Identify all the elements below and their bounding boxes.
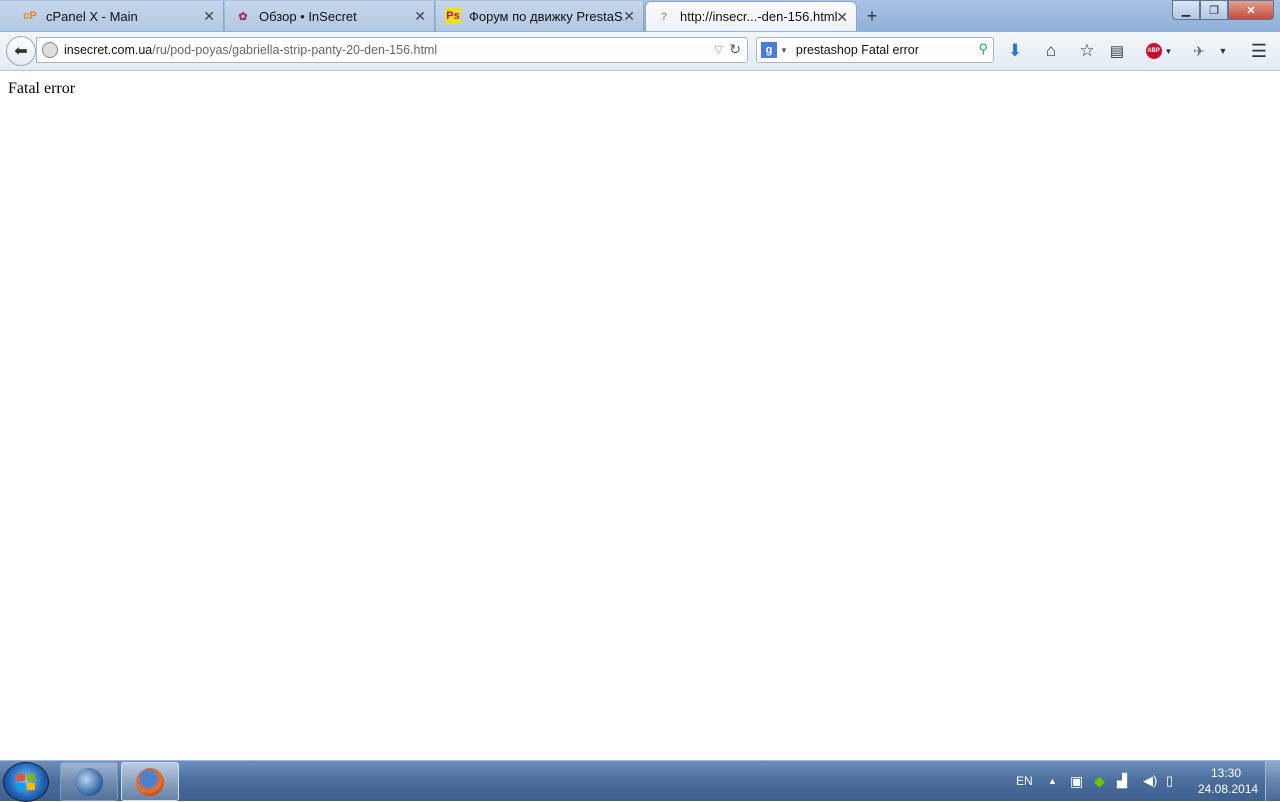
new-tab-button[interactable]: + [862, 6, 882, 26]
window-controls: ▁ ❐ ✕ [1172, 0, 1274, 20]
page-content: Fatal error [0, 71, 1280, 760]
close-window-button[interactable]: ✕ [1228, 0, 1274, 20]
tab-prestashop-forum[interactable]: Ps Форум по движку PrestaS... ✕ [436, 1, 644, 31]
tab-cpanel[interactable]: cP cPanel X - Main ✕ [0, 1, 224, 31]
signal-strength-icon[interactable]: ▟ [1117, 761, 1127, 801]
show-hidden-icons-icon[interactable]: ▲ [1048, 761, 1057, 801]
tab-insecret[interactable]: ✿ Обзор • InSecret ✕ [225, 1, 435, 31]
minimize-button[interactable]: ▁ [1172, 0, 1200, 20]
taskbar-app-firefox[interactable] [121, 762, 179, 801]
site-identity-icon[interactable] [42, 42, 58, 58]
navigation-toolbar: ⬅ insecret.com.ua/ru/pod-poyas/gabriella… [0, 32, 1280, 71]
url-bar[interactable]: insecret.com.ua/ru/pod-poyas/gabriella-s… [36, 37, 748, 63]
chevron-down-icon[interactable]: ▼ [780, 46, 788, 55]
close-icon[interactable]: ✕ [414, 8, 426, 25]
thunderbird-icon [75, 767, 103, 796]
windows-logo-icon [17, 774, 35, 790]
reading-list-icon[interactable]: ▤ [1106, 40, 1128, 62]
security-shield-icon[interactable]: ◆ [1094, 761, 1105, 801]
close-icon[interactable]: ✕ [203, 8, 215, 25]
bookmark-star-icon[interactable]: ☆ [1076, 40, 1098, 62]
tab-label: cPanel X - Main [46, 8, 138, 24]
history-dropdown-icon[interactable]: ▽ [715, 43, 723, 56]
tab-label: Форум по движку PrestaS... [469, 8, 624, 24]
taskbar: EN ▲ ▣ ◆ ▟ ◀) ▯ 13:30 24.08.2014 [0, 760, 1280, 802]
clock-time: 13:30 [1210, 766, 1242, 780]
tab-current-page[interactable]: ? http://insecr...-den-156.html ✕ [645, 1, 857, 31]
browser-titlebar: cP cPanel X - Main ✕ ✿ Обзор • InSecret … [0, 0, 1280, 32]
show-desktop-button[interactable] [1265, 761, 1280, 801]
network-monitor-icon[interactable]: ▣ [1070, 761, 1083, 801]
restore-button[interactable]: ❐ [1200, 0, 1228, 20]
search-icon[interactable]: ⚲ [978, 41, 988, 57]
error-message: Fatal error [8, 80, 76, 97]
url-path: /ru/pod-poyas/gabriella-strip-panty-20-d… [152, 43, 438, 57]
close-icon[interactable]: ✕ [623, 8, 635, 25]
language-indicator[interactable]: EN [1016, 761, 1033, 801]
start-button[interactable] [3, 762, 49, 802]
reload-icon[interactable]: ↻ [729, 41, 741, 58]
extension-icon[interactable]: ✈ [1188, 40, 1210, 62]
menu-icon[interactable]: ☰ [1248, 40, 1270, 62]
volume-icon[interactable]: ◀) [1143, 761, 1157, 801]
download-icon[interactable]: ⬇ [1004, 40, 1026, 62]
adblock-icon: ABP [1145, 43, 1162, 59]
adblock-button[interactable]: ABP ▼ [1142, 40, 1176, 62]
url-host: insecret.com.ua [64, 43, 153, 57]
tab-label: http://insecr...-den-156.html [680, 9, 838, 24]
power-icon[interactable]: ▯ [1166, 761, 1173, 801]
tab-label: Обзор • InSecret [259, 8, 357, 24]
firefox-icon [136, 767, 164, 796]
back-arrow-icon: ⬅ [14, 43, 28, 60]
question-icon: ? [660, 10, 668, 23]
taskbar-app-thunderbird[interactable] [60, 762, 118, 801]
google-icon[interactable]: g [761, 42, 777, 58]
search-input[interactable]: prestashop Fatal error [796, 43, 919, 57]
search-bar[interactable]: g ▼ prestashop Fatal error ⚲ [756, 37, 994, 63]
chevron-down-icon[interactable]: ▼ [1212, 40, 1234, 62]
clock[interactable]: 13:30 24.08.2014 [1198, 765, 1259, 797]
clock-date: 24.08.2014 [1198, 782, 1259, 796]
close-icon[interactable]: ✕ [836, 9, 848, 26]
chevron-down-icon: ▼ [1164, 46, 1173, 56]
language-label: EN [1016, 774, 1033, 788]
insecret-icon: ✿ [238, 10, 248, 23]
cpanel-icon: cP [23, 10, 37, 22]
home-icon[interactable]: ⌂ [1040, 40, 1062, 62]
prestashop-icon: Ps [445, 8, 461, 24]
back-button[interactable]: ⬅ [6, 36, 36, 66]
